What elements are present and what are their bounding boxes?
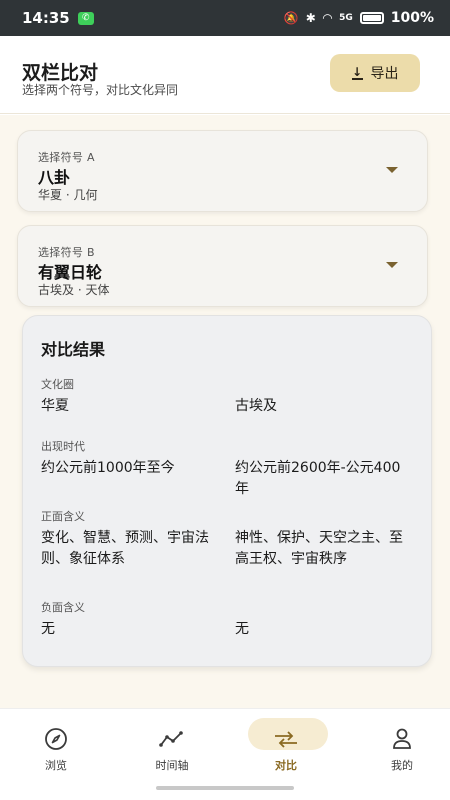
export-label: 导出: [370, 66, 399, 82]
status-bar: 14:35 ✆ 🔕 ✱ ◠ 5G 100%: [0, 0, 450, 36]
symbol-b-meta: 古埃及 · 天体: [38, 283, 110, 297]
row-label: 负面含义: [41, 601, 85, 614]
result-title: 对比结果: [41, 340, 106, 359]
call-icon: ✆: [77, 11, 94, 25]
value-a: 变化、智慧、预测、宇宙法则、象征体系: [41, 530, 209, 567]
value-a: 约公元前1000年至今: [41, 460, 175, 476]
symbol-a-label: 选择符号 A: [38, 151, 95, 164]
dropdown-caret-icon: [386, 167, 398, 173]
app-header: 双栏比对 选择两个符号，对比文化异同 ↓ 导出: [0, 36, 450, 114]
nav-label: 对比: [275, 759, 297, 772]
dropdown-caret-icon: [386, 262, 398, 268]
symbol-a-select[interactable]: 选择符号 A 八卦 华夏 · 几何: [17, 130, 428, 212]
battery-icon: [359, 12, 384, 24]
value-b: 神性、保护、天空之主、至高王权、宇宙秩序: [235, 530, 403, 567]
export-button[interactable]: ↓ 导出: [330, 54, 420, 92]
status-left: 14:35 ✆: [22, 9, 94, 27]
timeline-icon: [159, 731, 183, 747]
page-subtitle: 选择两个符号，对比文化异同: [22, 83, 179, 97]
value-b: 古埃及: [235, 398, 277, 414]
compass-icon: [45, 728, 67, 750]
battery-percent: 100%: [390, 10, 434, 26]
row-label: 文化圈: [41, 378, 74, 391]
row-columns: 变化、智慧、预测、宇宙法则、象征体系 神性、保护、天空之主、至高王权、宇宙秩序: [41, 528, 421, 570]
value-b: 约公元前2600年-公元400年: [235, 460, 401, 497]
signal-icon: 5G: [339, 13, 353, 23]
mute-icon: 🔕: [283, 11, 299, 25]
person-icon: [393, 728, 411, 749]
symbol-a-meta: 华夏 · 几何: [38, 188, 98, 202]
value-a: 华夏: [41, 398, 69, 414]
row-columns: 华夏 古埃及: [41, 396, 421, 417]
wifi-icon: ◠: [322, 11, 333, 25]
status-right: 🔕 ✱ ◠ 5G 100%: [284, 10, 434, 26]
nav-label: 时间轴: [155, 759, 189, 772]
symbol-b-value: 有翼日轮: [38, 263, 103, 282]
result-row-culture: 文化圈 华夏 古埃及: [41, 376, 421, 417]
comparison-result-card: 对比结果 文化圈 华夏 古埃及 出现时代 约公元前1000年至今 约公元前260…: [22, 315, 432, 667]
row-label: 出现时代: [41, 440, 85, 453]
row-columns: 无 无: [41, 619, 421, 640]
compare-icon: [275, 731, 297, 748]
status-time: 14:35: [22, 9, 70, 27]
result-row-positive: 正面含义 变化、智慧、预测、宇宙法则、象征体系 神性、保护、天空之主、至高王权、…: [41, 508, 421, 570]
bluetooth-icon: ✱: [305, 11, 316, 25]
home-indicator[interactable]: [156, 786, 294, 790]
result-row-era: 出现时代 约公元前1000年至今 约公元前2600年-公元400年: [41, 438, 421, 500]
symbol-a-value: 八卦: [38, 168, 71, 187]
result-row-negative: 负面含义 无 无: [41, 599, 421, 640]
nav-browse[interactable]: 浏览: [16, 719, 96, 779]
nav-timeline[interactable]: 时间轴: [132, 719, 212, 779]
nav-label: 我的: [391, 759, 413, 772]
value-b: 无: [235, 621, 249, 637]
content-area: 选择符号 A 八卦 华夏 · 几何 选择符号 B 有翼日轮 古埃及 · 天体 对…: [0, 115, 450, 708]
symbol-b-select[interactable]: 选择符号 B 有翼日轮 古埃及 · 天体: [17, 225, 428, 307]
row-label: 正面含义: [41, 510, 85, 523]
value-a: 无: [41, 621, 55, 637]
row-columns: 约公元前1000年至今 约公元前2600年-公元400年: [41, 458, 421, 500]
nav-compare[interactable]: 对比: [246, 719, 326, 779]
nav-me[interactable]: 我的: [362, 719, 442, 779]
nav-label: 浏览: [45, 759, 67, 772]
download-icon: ↓: [351, 64, 363, 80]
symbol-b-label: 选择符号 B: [38, 246, 95, 259]
